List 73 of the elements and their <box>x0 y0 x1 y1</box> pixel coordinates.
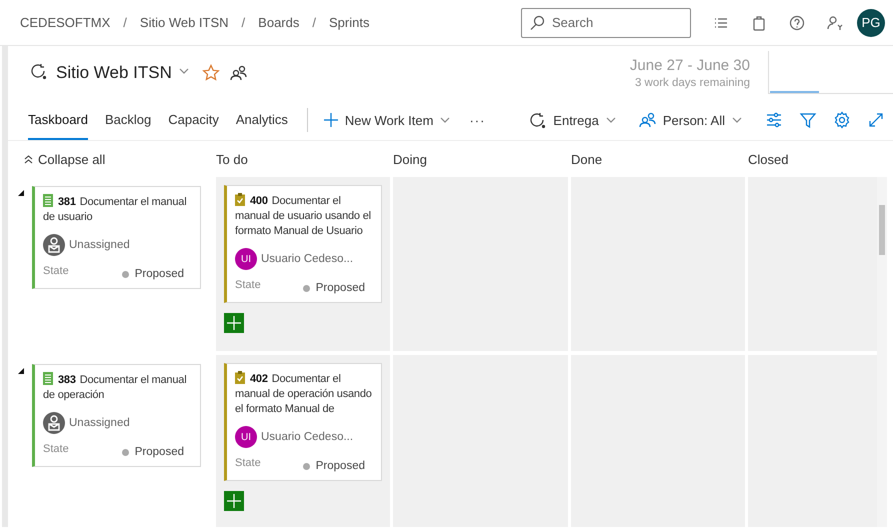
backlog-item-icon <box>43 194 53 207</box>
help-icon[interactable] <box>789 14 805 30</box>
settings-icon[interactable] <box>833 111 851 129</box>
search-field[interactable]: Search <box>521 8 691 38</box>
plus-icon <box>322 112 339 128</box>
person-filter-dropdown[interactable]: Person: All <box>638 111 743 129</box>
user-avatar: UI <box>235 248 257 270</box>
vertical-scrollbar[interactable] <box>877 177 887 527</box>
filter-icon[interactable] <box>799 111 817 129</box>
assignee-name[interactable]: Usuario Cedeso... <box>261 253 354 265</box>
column-header: Doing <box>393 152 427 166</box>
task-card[interactable]: 400 Documentar el manual de usuario usando el formato Manual de Usuario UI Usuario Cedeso... State Proposed <box>224 185 382 303</box>
state-value[interactable]: Proposed <box>122 265 184 280</box>
unassigned-avatar-icon <box>43 412 65 434</box>
card-title: 381 Documentar el manual de usuario <box>43 194 188 225</box>
breadcrumb-link[interactable]: CEDESOFTMX <box>20 15 110 30</box>
collapse-all-icon[interactable] <box>24 154 33 164</box>
user-avatar: UI <box>235 426 257 448</box>
expanded-triangle-icon[interactable] <box>18 368 24 374</box>
breadcrumb-link[interactable]: Sitio Web ITSN <box>140 15 229 30</box>
state-value[interactable]: Proposed <box>122 443 184 458</box>
team-members-icon[interactable] <box>230 64 248 82</box>
backlog-item-card[interactable]: 383 Documentar el manual de operación Unassigned State Proposed <box>32 364 201 467</box>
state-value[interactable]: Proposed <box>302 457 365 472</box>
column-header: Closed <box>748 152 788 166</box>
tab[interactable]: Backlog <box>104 100 152 140</box>
column-header: Done <box>571 152 602 166</box>
field-label: State <box>235 279 261 293</box>
unassigned-avatar-icon <box>43 234 65 256</box>
add-task-button[interactable] <box>224 313 244 333</box>
tab[interactable]: Taskboard <box>28 100 88 140</box>
sprint-icon <box>30 62 48 80</box>
card-title: 383 Documentar el manual de operación <box>43 372 188 403</box>
breadcrumb-separator: / <box>242 15 246 30</box>
shopping-bag-icon[interactable] <box>751 14 767 30</box>
field-label: State <box>43 443 69 457</box>
sprint-title[interactable]: Sitio Web ITSN <box>56 63 172 83</box>
field-label: State <box>235 457 261 471</box>
more-actions-button[interactable]: ··· <box>469 112 486 128</box>
breadcrumb-separator: / <box>123 15 127 30</box>
assignee-name[interactable]: Unassigned <box>69 239 130 251</box>
sprint-dates: June 27 - June 30 <box>630 57 750 74</box>
column-header: To do <box>216 152 248 166</box>
breadcrumb-separator: / <box>312 15 316 30</box>
breadcrumb-link[interactable]: Sprints <box>329 15 370 30</box>
fullscreen-icon[interactable] <box>867 111 885 129</box>
card-title: 402 Documentar el manual de operación usando el formato Manual de <box>235 371 373 417</box>
assignee-name[interactable]: Usuario Cedeso... <box>261 431 354 443</box>
task-card[interactable]: 402 Documentar el manual de operación usando el formato Manual de UI Usuario Cedeso... State Proposed <box>224 363 382 481</box>
state-value[interactable]: Proposed <box>302 279 365 294</box>
user-settings-icon[interactable] <box>827 14 843 30</box>
task-clipboard-icon <box>235 371 245 384</box>
sliders-icon[interactable] <box>765 111 783 129</box>
backlog-item-card[interactable]: 381 Documentar el manual de usuario Unassigned State Proposed <box>32 186 201 289</box>
favorite-star-icon[interactable] <box>202 64 220 82</box>
burndown-chart-thumbnail[interactable] <box>768 51 893 94</box>
tab[interactable]: Analytics <box>236 100 288 140</box>
expanded-triangle-icon[interactable] <box>18 190 24 196</box>
backlog-item-icon <box>43 372 53 385</box>
card-title: 400 Documentar el manual de usuario usando el formato Manual de Usuario <box>235 193 372 239</box>
add-task-button[interactable] <box>224 491 244 511</box>
user-avatar[interactable]: PG <box>857 8 885 36</box>
people-icon[interactable] <box>638 111 657 129</box>
iteration-icon <box>529 111 548 129</box>
tab[interactable]: Capacity <box>168 100 219 140</box>
days-remaining: 3 work days remaining <box>634 77 750 89</box>
task-clipboard-icon <box>235 193 245 206</box>
breadcrumb-link[interactable]: Boards <box>258 15 300 30</box>
assignee-name[interactable]: Unassigned <box>69 417 130 429</box>
new-work-item-button[interactable]: New Work Item <box>322 112 452 128</box>
field-label: State <box>43 265 69 279</box>
iteration-dropdown[interactable]: Entrega <box>529 111 617 129</box>
collapse-all-button[interactable]: Collapse all <box>38 152 106 166</box>
